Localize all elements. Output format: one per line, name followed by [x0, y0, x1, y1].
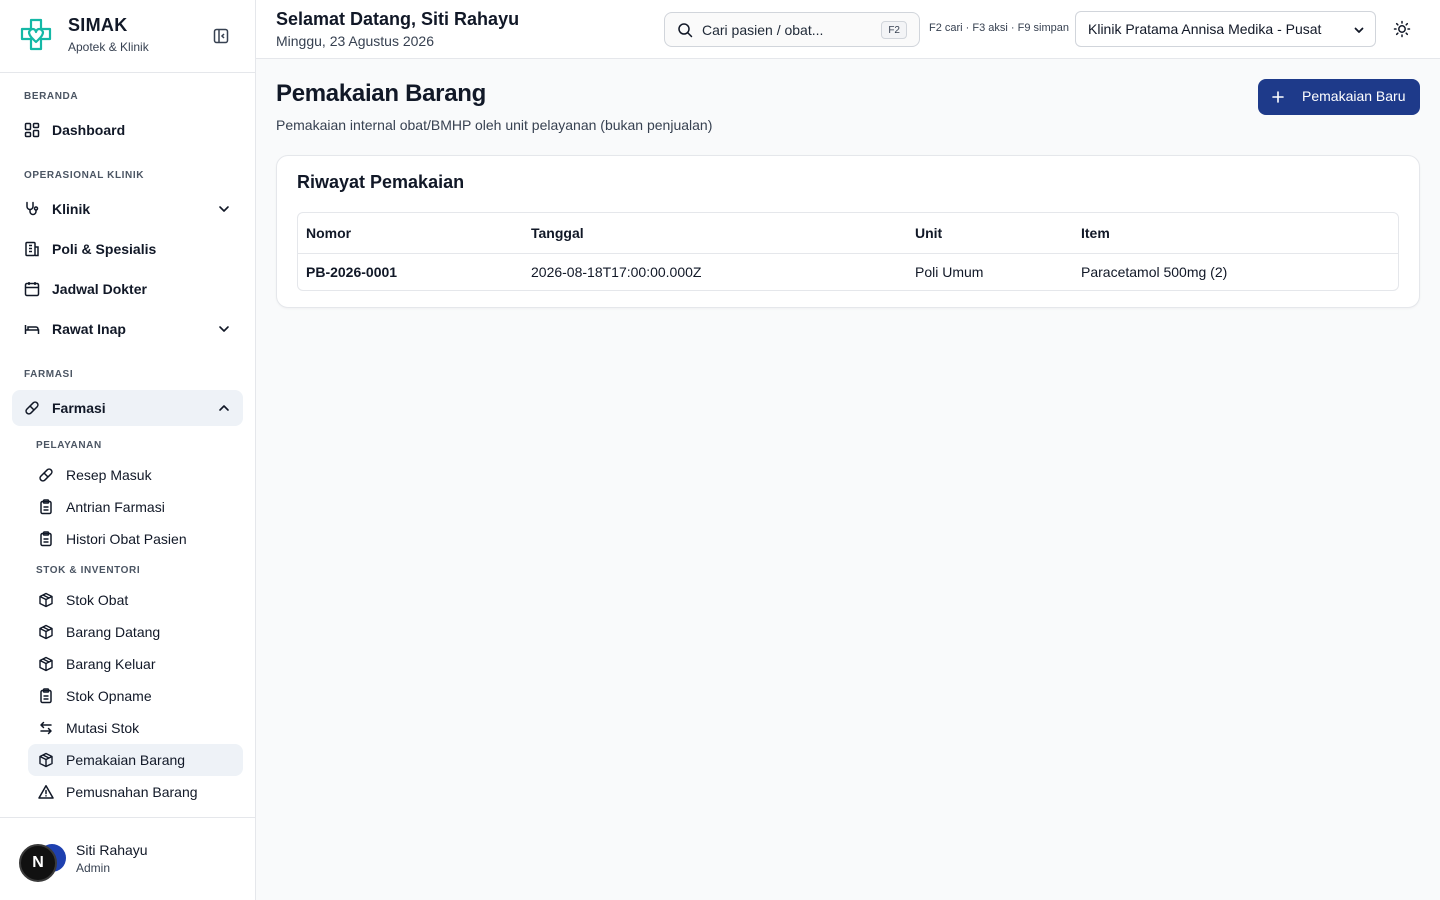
sidebar-item-barang-keluar[interactable]: Barang Keluar: [28, 648, 243, 680]
cell-item: Paracetamol 500mg (2): [1081, 264, 1228, 280]
sidebar-item-label: Resep Masuk: [66, 467, 152, 483]
sidebar-item-label: Pemakaian Barang: [66, 752, 186, 768]
box-icon: [38, 592, 54, 608]
sidebar-collapse-icon[interactable]: [210, 26, 232, 46]
stethoscope-icon: [24, 201, 40, 217]
search-placeholder: Cari pasien / obat...: [702, 22, 824, 38]
page-title: Pemakaian Barang: [276, 80, 486, 107]
column-header-nomor[interactable]: Nomor: [306, 225, 351, 241]
page-subtitle: Pemakaian internal obat/BMHP oleh unit p…: [276, 117, 713, 133]
sidebar-item-jadwal[interactable]: Jadwal Dokter: [12, 271, 243, 307]
plus-icon: [1270, 89, 1286, 105]
sidebar-item-stok-obat[interactable]: Stok Obat: [28, 584, 243, 616]
keyboard-shortcuts-hint: F2 cari · F3 aksi · F9 simpan: [929, 22, 1069, 34]
brand-header: SIMAK Apotek & Klinik: [0, 0, 255, 73]
column-header-tanggal[interactable]: Tanggal: [531, 225, 584, 241]
sidebar-item-stok-opname[interactable]: Stok Opname: [28, 680, 243, 712]
sidebar-item-klinik[interactable]: Klinik: [12, 191, 243, 227]
pill-icon: [38, 467, 54, 483]
table-header: Nomor Tanggal Unit Item: [298, 213, 1398, 254]
search-icon: [677, 22, 693, 38]
sidebar-item-label: Mutasi Stok: [66, 720, 140, 736]
sidebar-item-label: Barang Datang: [66, 624, 161, 640]
chevron-up-icon: [217, 401, 231, 415]
section-label-operasional: OPERASIONAL KLINIK: [24, 170, 145, 181]
clinic-select-value: Klinik Pratama Annisa Medika - Pusat: [1088, 21, 1322, 37]
dashboard-icon: [24, 122, 40, 138]
search-input[interactable]: Cari pasien / obat... F2: [664, 12, 920, 47]
column-header-item[interactable]: Item: [1081, 225, 1110, 241]
chevron-down-icon: [1353, 24, 1365, 36]
box-icon: [38, 752, 54, 768]
arrows-left-right-icon: [38, 720, 54, 736]
chevron-down-icon: [217, 322, 231, 336]
user-name: Siti Rahayu: [76, 842, 148, 858]
sidebar-item-label: Barang Keluar: [66, 656, 156, 672]
sidebar-item-antrian-farmasi[interactable]: Antrian Farmasi: [28, 491, 243, 523]
new-usage-button[interactable]: Pemakaian Baru: [1258, 79, 1420, 115]
column-header-unit[interactable]: Unit: [915, 225, 942, 241]
box-icon: [38, 624, 54, 640]
table-row[interactable]: PB-2026-0001 2026-08-18T17:00:00.000Z Po…: [298, 254, 1398, 290]
sidebar-item-label: Klinik: [52, 201, 91, 217]
clipboard-icon: [38, 688, 54, 704]
sidebar-item-label: Stok Obat: [66, 592, 129, 608]
sidebar-item-label: Histori Obat Pasien: [66, 531, 187, 547]
avatar[interactable]: N: [19, 844, 57, 882]
sidebar-item-label: Pemusnahan Barang: [66, 784, 198, 800]
sidebar-item-label: Farmasi: [52, 400, 106, 416]
user-profile[interactable]: N Siti Rahayu Admin: [0, 817, 255, 900]
sidebar-item-label: Stok Opname: [66, 688, 152, 704]
sub-label-stok: STOK & INVENTORI: [36, 565, 141, 576]
clipboard-icon: [38, 499, 54, 515]
sidebar-item-farmasi[interactable]: Farmasi: [12, 390, 243, 426]
sidebar-item-resep-masuk[interactable]: Resep Masuk: [28, 459, 243, 491]
clinic-select[interactable]: Klinik Pratama Annisa Medika - Pusat: [1075, 11, 1376, 47]
cell-nomor: PB-2026-0001: [306, 264, 398, 280]
pill-icon: [24, 400, 40, 416]
usage-history-card: Riwayat Pemakaian Nomor Tanggal Unit Ite…: [276, 155, 1420, 308]
sidebar-item-label: Dashboard: [52, 122, 126, 138]
sidebar-item-label: Rawat Inap: [52, 321, 126, 337]
sidebar-item-pemusnahan-barang[interactable]: Pemusnahan Barang: [28, 776, 243, 808]
clipboard-icon: [38, 531, 54, 547]
sidebar-item-poli[interactable]: Poli & Spesialis: [12, 231, 243, 267]
building-icon: [24, 241, 40, 257]
box-icon: [38, 656, 54, 672]
current-date: Minggu, 23 Agustus 2026: [276, 33, 435, 49]
warning-icon: [38, 784, 54, 800]
usage-history-table: Nomor Tanggal Unit Item PB-2026-0001 202…: [297, 212, 1399, 291]
sidebar-item-label: Jadwal Dokter: [52, 281, 147, 297]
sidebar: SIMAK Apotek & Klinik BERANDA Dashboard …: [0, 0, 256, 900]
cell-unit: Poli Umum: [915, 264, 984, 280]
top-header: Selamat Datang, Siti Rahayu Minggu, 23 A…: [256, 0, 1440, 59]
sidebar-item-label: Antrian Farmasi: [66, 499, 165, 515]
brand-subtitle: Apotek & Klinik: [68, 40, 149, 54]
calendar-icon: [24, 281, 40, 297]
section-label-beranda: BERANDA: [24, 91, 79, 102]
user-role: Admin: [76, 861, 111, 875]
chevron-down-icon: [217, 202, 231, 216]
new-usage-button-label: Pemakaian Baru: [1302, 88, 1406, 104]
sidebar-item-histori-obat[interactable]: Histori Obat Pasien: [28, 523, 243, 555]
logo-icon: [18, 17, 54, 53]
sidebar-item-rawat-inap[interactable]: Rawat Inap: [12, 311, 243, 347]
brand-name: SIMAK: [68, 15, 128, 35]
sidebar-item-pemakaian-barang[interactable]: Pemakaian Barang: [28, 744, 243, 776]
sidebar-item-barang-datang[interactable]: Barang Datang: [28, 616, 243, 648]
search-shortcut-badge: F2: [881, 21, 907, 39]
bed-icon: [24, 321, 40, 337]
sidebar-item-label: Poli & Spesialis: [52, 241, 157, 257]
card-title: Riwayat Pemakaian: [297, 172, 465, 192]
cell-tanggal: 2026-08-18T17:00:00.000Z: [531, 264, 702, 280]
welcome-text: Selamat Datang, Siti Rahayu: [276, 9, 520, 29]
sidebar-item-dashboard[interactable]: Dashboard: [12, 112, 243, 148]
sidebar-item-mutasi-stok[interactable]: Mutasi Stok: [28, 712, 243, 744]
sun-icon[interactable]: [1392, 19, 1412, 39]
section-label-farmasi: FARMASI: [24, 369, 74, 380]
sub-label-pelayanan: PELAYANAN: [36, 440, 102, 451]
